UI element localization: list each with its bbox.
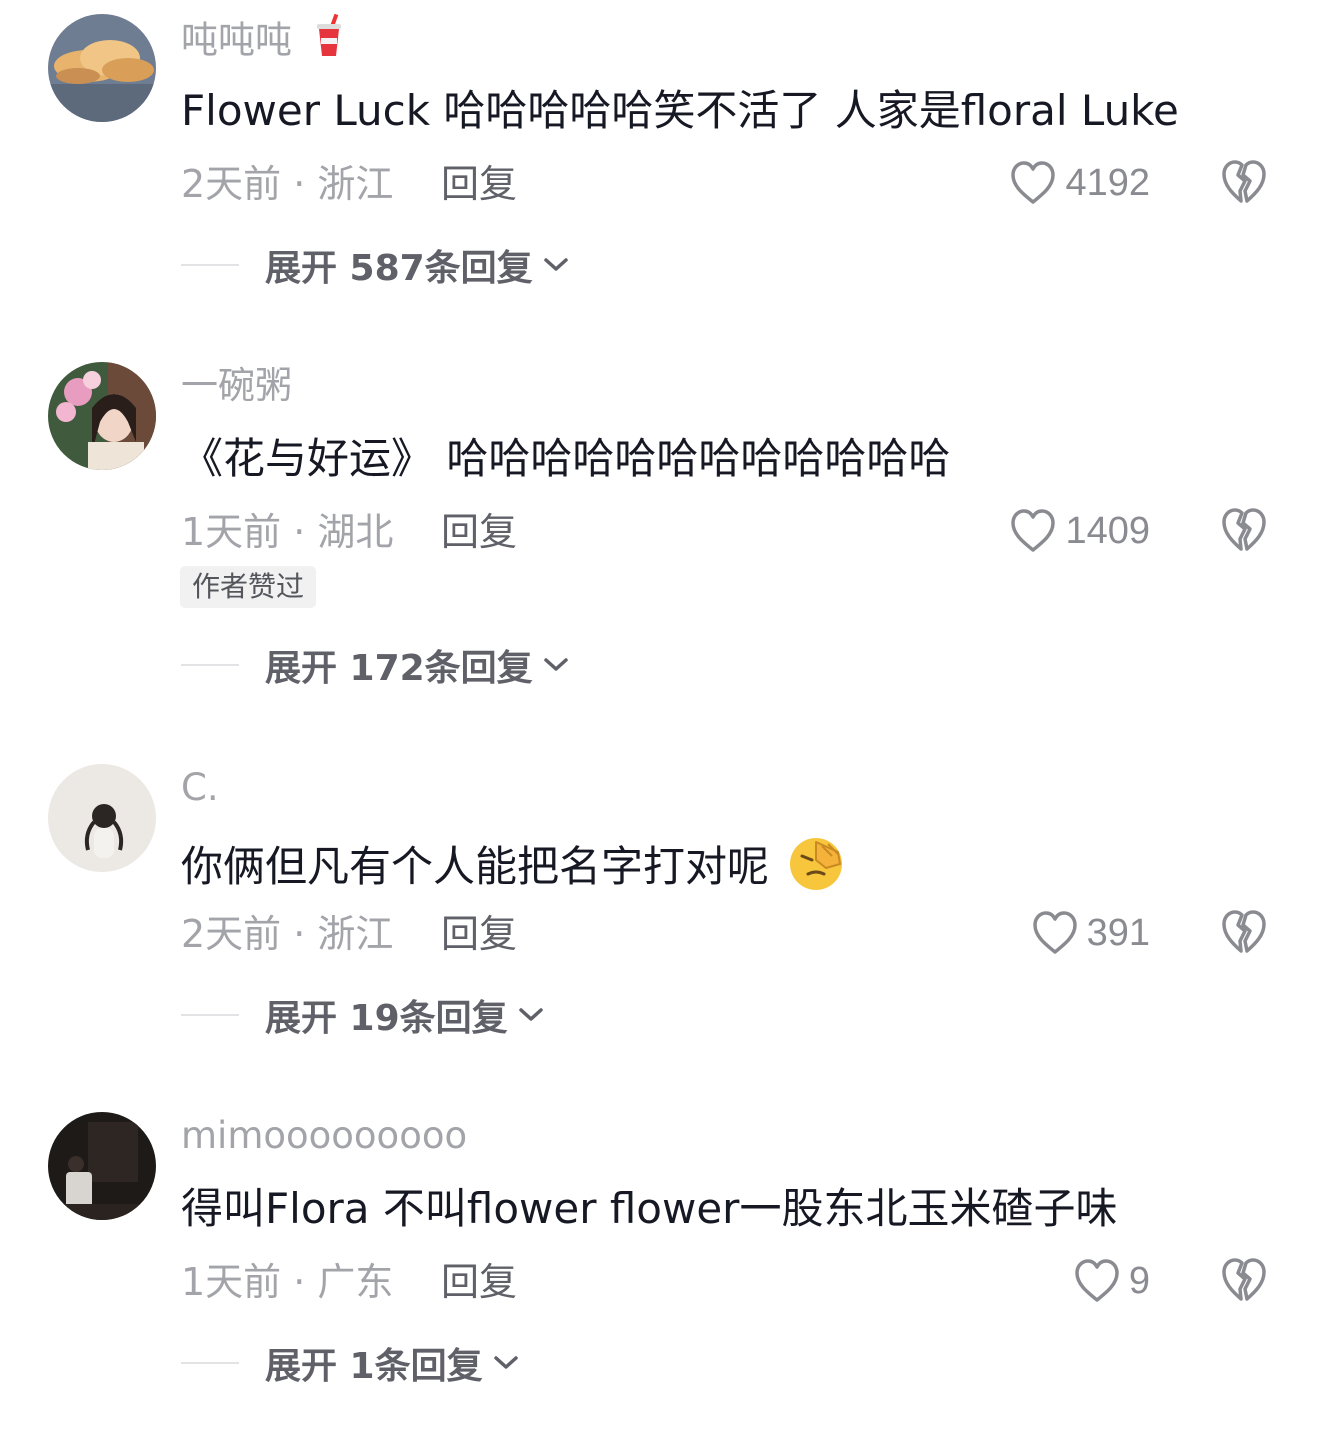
comment-text: 你俩但凡有个人能把名字打对呢 xyxy=(181,834,846,905)
expand-replies-button[interactable]: 展开 1条回复 xyxy=(181,1338,519,1388)
comment-meta: 1天前 · 湖北 xyxy=(181,510,394,554)
username[interactable]: 一碗粥 xyxy=(181,362,292,410)
comment-item: C. 你俩但凡有个人能把名字打对呢 2天前 · 浙江 回复 391 展开 19条… xyxy=(0,750,1320,1090)
broken-heart-icon[interactable] xyxy=(1220,907,1268,957)
comment-text: Flower Luck 哈哈哈哈哈笑不活了 人家是floral Luke xyxy=(181,86,1179,135)
broken-heart-icon[interactable] xyxy=(1220,505,1268,555)
like-button[interactable]: 1409 xyxy=(1009,504,1150,558)
avatar[interactable] xyxy=(48,14,156,122)
like-count: 9 xyxy=(1128,1259,1150,1302)
like-count: 1409 xyxy=(1065,509,1150,552)
comment-item: 吨吨吨 Flower Luck 哈哈哈哈哈笑不活了 人家是floral Luke… xyxy=(0,0,1320,340)
like-button[interactable]: 391 xyxy=(1031,906,1150,960)
like-count: 4192 xyxy=(1065,161,1150,204)
facepalm-emoji xyxy=(786,834,846,905)
avatar[interactable] xyxy=(48,1112,156,1220)
chevron-down-icon xyxy=(518,1008,543,1021)
divider xyxy=(181,664,239,666)
heart-outline-icon xyxy=(1032,911,1077,954)
heart-outline-icon xyxy=(1011,509,1056,552)
expand-replies-button[interactable]: 展开 172条回复 xyxy=(181,640,569,690)
comment-item: mimooooooooo 得叫Flora 不叫flower flower一股东北… xyxy=(0,1098,1320,1438)
avatar[interactable] xyxy=(48,764,156,872)
comment-meta: 2天前 · 浙江 xyxy=(181,912,394,956)
comment-meta: 1天前 · 广东 xyxy=(181,1260,394,1304)
like-button[interactable]: 4192 xyxy=(1009,156,1150,210)
reply-button[interactable]: 回复 xyxy=(441,508,517,556)
chevron-down-icon xyxy=(543,658,568,671)
author-liked-badge: 作者赞过 xyxy=(180,566,317,608)
drink-cup-emoji xyxy=(314,13,344,70)
broken-heart-icon[interactable] xyxy=(1220,1255,1268,1305)
avatar[interactable] xyxy=(48,362,156,470)
broken-heart-icon[interactable] xyxy=(1220,157,1268,207)
username[interactable]: C. xyxy=(181,764,219,812)
heart-outline-icon xyxy=(1075,1259,1119,1302)
reply-button[interactable]: 回复 xyxy=(441,160,517,208)
comment-item: 一碗粥 《花与好运》 哈哈哈哈哈哈哈哈哈哈哈哈 1天前 · 湖北 回复 1409… xyxy=(0,348,1320,690)
reply-button[interactable]: 回复 xyxy=(441,910,517,958)
divider xyxy=(181,264,239,266)
heart-outline-icon xyxy=(1011,161,1056,204)
comment-meta: 2天前 · 浙江 xyxy=(181,162,394,206)
divider xyxy=(181,1014,239,1016)
reply-button[interactable]: 回复 xyxy=(441,1258,517,1306)
like-count: 391 xyxy=(1086,911,1150,954)
chevron-down-icon xyxy=(493,1356,518,1369)
comment-text: 得叫Flora 不叫flower flower一股东北玉米碴子味 xyxy=(181,1184,1118,1233)
expand-replies-button[interactable]: 展开 19条回复 xyxy=(181,990,544,1040)
like-button[interactable]: 9 xyxy=(1073,1254,1150,1308)
divider xyxy=(181,1362,239,1364)
chevron-down-icon xyxy=(543,258,568,271)
username[interactable]: mimooooooooo xyxy=(181,1112,467,1160)
comment-text: 《花与好运》 哈哈哈哈哈哈哈哈哈哈哈哈 xyxy=(181,434,951,483)
expand-replies-button[interactable]: 展开 587条回复 xyxy=(181,240,569,290)
username[interactable]: 吨吨吨 xyxy=(181,13,344,70)
